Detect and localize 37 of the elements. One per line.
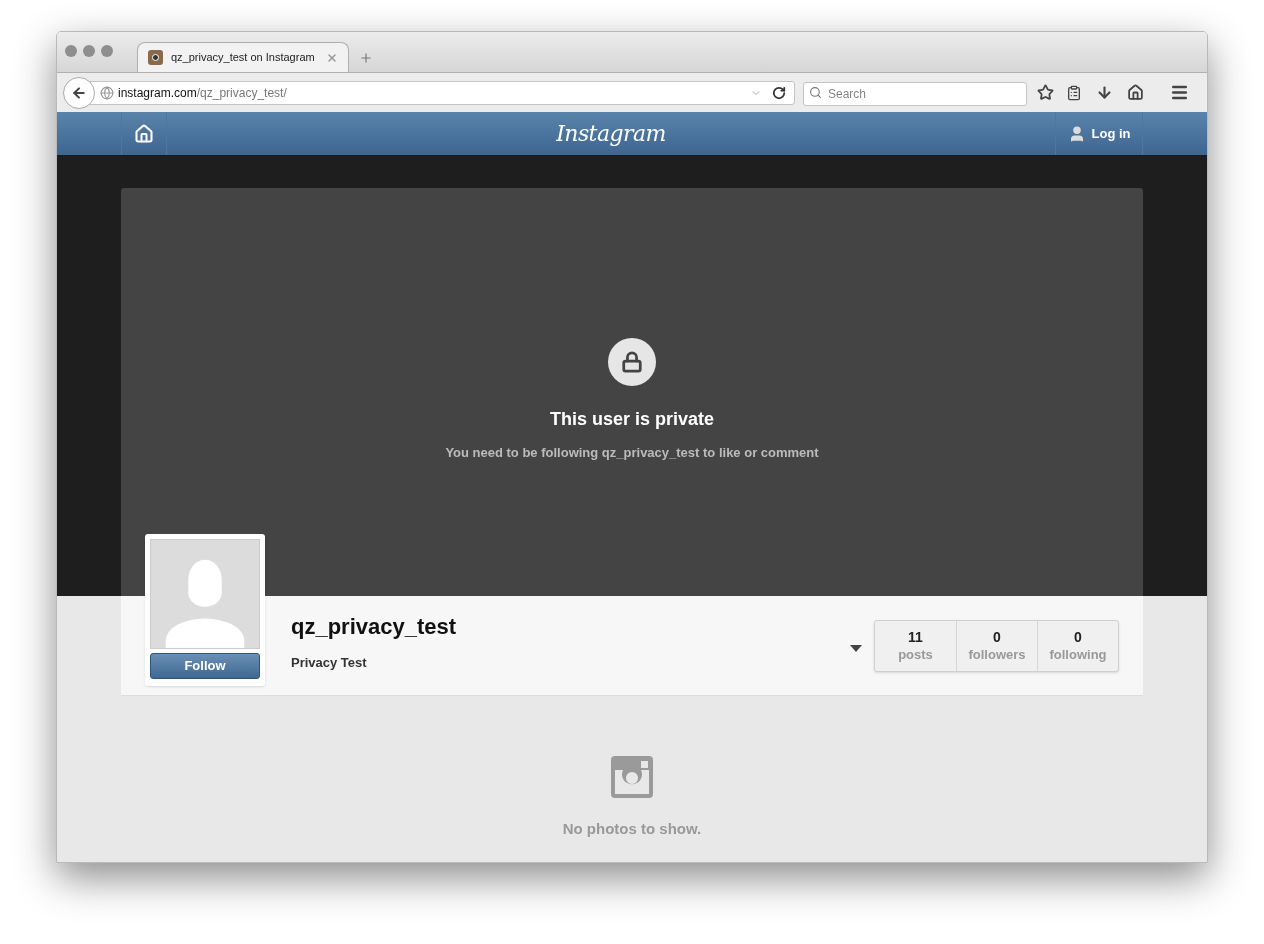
stat-item[interactable]: 0 followers (956, 621, 1037, 671)
reload-icon[interactable] (772, 85, 786, 100)
window-close-icon[interactable] (65, 45, 77, 57)
window-minimize-icon[interactable] (83, 45, 95, 57)
address-bar[interactable]: instagram.com/qz_privacy_test/ (89, 80, 795, 105)
url-path: /qz_privacy_test/ (196, 84, 287, 102)
download-icon[interactable] (1096, 84, 1113, 101)
follow-button[interactable]: Follow (150, 653, 260, 679)
dropdown-arrow-icon[interactable] (850, 645, 862, 652)
full-name: Privacy Test (291, 654, 368, 672)
lock-icon (608, 338, 656, 386)
globe-icon (100, 85, 114, 100)
username: qz_privacy_test (291, 613, 457, 641)
reading-list-icon[interactable] (1066, 84, 1082, 101)
private-message: You need to be following qz_privacy_test to like or comment (445, 444, 819, 462)
bookmark-star-icon[interactable] (1037, 84, 1054, 101)
camera-icon (148, 50, 163, 65)
tab-title: qz_privacy_test on Instagram (171, 50, 315, 66)
stat-item[interactable]: 0 following (1037, 621, 1118, 671)
menu-icon[interactable] (1170, 83, 1189, 102)
empty-message: No photos to show. (562, 819, 702, 839)
browser-tab[interactable]: qz_privacy_test on Instagram (137, 42, 349, 72)
home-icon[interactable] (1127, 84, 1144, 101)
back-button[interactable] (63, 76, 95, 109)
search-icon (809, 85, 822, 99)
site-logo[interactable]: Instagram (167, 117, 1055, 150)
tab-close-icon[interactable] (326, 51, 338, 64)
window-zoom-icon[interactable] (101, 45, 113, 57)
camera-icon (611, 756, 653, 798)
home-button[interactable] (121, 112, 167, 155)
home-icon (134, 123, 154, 144)
avatar-icon (150, 539, 260, 649)
private-title: This user is private (549, 408, 715, 431)
search-field[interactable]: Search (803, 81, 1027, 106)
url-host: instagram.com (118, 84, 197, 102)
stat-item[interactable]: 11 posts (875, 621, 956, 671)
login-button[interactable]: Log in (1055, 112, 1143, 155)
